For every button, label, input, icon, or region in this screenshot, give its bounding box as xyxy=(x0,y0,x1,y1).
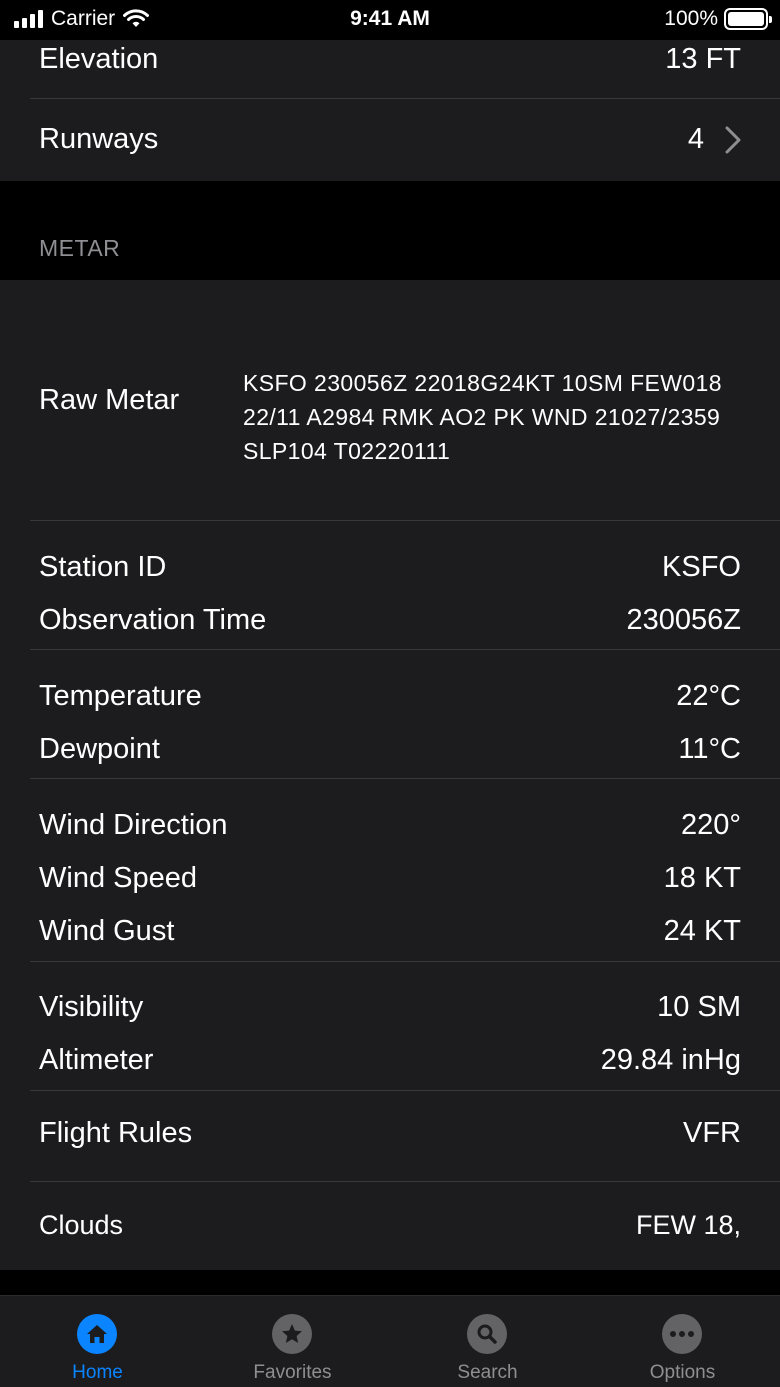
flight-rules-value: VFR xyxy=(683,1117,741,1149)
wind-speed-value: 18 KT xyxy=(663,862,741,894)
runways-label: Runways xyxy=(39,123,159,155)
clouds-row: Clouds FEW 18, xyxy=(0,1182,780,1270)
wind-speed-row: Wind Speed 18 KT xyxy=(0,859,780,899)
altimeter-label: Altimeter xyxy=(39,1044,154,1076)
tab-favorites-label: Favorites xyxy=(253,1362,332,1383)
wind-gust-value: 24 KT xyxy=(663,915,741,947)
separator xyxy=(30,778,780,779)
status-bar: Carrier 9:41 AM 100% xyxy=(0,0,780,40)
visibility-label: Visibility xyxy=(39,991,144,1023)
search-icon xyxy=(467,1314,507,1354)
wind-gust-row: Wind Gust 24 KT xyxy=(0,912,780,952)
temperature-value: 22°C xyxy=(676,680,741,712)
status-right: 100% xyxy=(664,7,772,31)
visibility-row: Visibility 10 SM xyxy=(0,988,780,1028)
wind-direction-value: 220° xyxy=(681,809,741,841)
observation-time-label: Observation Time xyxy=(39,604,267,636)
observation-time-row: Observation Time 230056Z xyxy=(0,601,780,641)
tab-options[interactable]: Options xyxy=(585,1296,780,1387)
battery-percent: 100% xyxy=(664,7,718,30)
tab-bar: Home Favorites Search Options xyxy=(0,1295,780,1387)
airport-info-group: Elevation 13 FT Runways 4 xyxy=(0,40,780,181)
separator xyxy=(30,649,780,650)
more-icon xyxy=(662,1314,702,1354)
clouds-label: Clouds xyxy=(39,1210,124,1240)
clouds-value: FEW 18, xyxy=(635,1210,741,1240)
status-time: 9:41 AM xyxy=(350,7,430,30)
elevation-row: Elevation 13 FT xyxy=(0,40,780,98)
star-icon xyxy=(272,1314,312,1354)
altimeter-value: 29.84 inHg xyxy=(600,1044,741,1076)
dewpoint-label: Dewpoint xyxy=(39,733,160,765)
visibility-value: 10 SM xyxy=(657,991,741,1023)
separator xyxy=(30,961,780,962)
runways-value: 4 xyxy=(687,123,704,155)
elevation-value: 13 FT xyxy=(665,43,741,75)
station-id-label: Station ID xyxy=(39,551,167,583)
tab-home-label: Home xyxy=(72,1362,123,1383)
flight-rules-label: Flight Rules xyxy=(39,1117,193,1149)
temperature-row: Temperature 22°C xyxy=(0,677,780,717)
raw-metar-label: Raw Metar xyxy=(39,384,180,416)
wind-direction-row: Wind Direction 220° xyxy=(0,806,780,846)
dewpoint-value: 11°C xyxy=(678,733,741,765)
runways-row[interactable]: Runways 4 xyxy=(0,99,780,181)
wind-direction-label: Wind Direction xyxy=(39,809,228,841)
station-row: Station ID KSFO xyxy=(0,548,780,588)
battery-icon xyxy=(724,8,772,30)
temperature-label: Temperature xyxy=(39,680,202,712)
tab-home[interactable]: Home xyxy=(0,1296,195,1387)
observation-time-value: 230056Z xyxy=(626,604,742,636)
metar-section-header: METAR xyxy=(39,235,121,261)
tab-search[interactable]: Search xyxy=(390,1296,585,1387)
altimeter-row: Altimeter 29.84 inHg xyxy=(0,1041,780,1081)
dewpoint-row: Dewpoint 11°C xyxy=(0,730,780,770)
raw-metar-value: KSFO 230056Z 22018G24KT 10SM FEW018 22/1… xyxy=(243,370,722,464)
station-id-value: KSFO xyxy=(662,551,741,583)
home-icon xyxy=(77,1314,117,1354)
tab-search-label: Search xyxy=(457,1362,518,1383)
wind-speed-label: Wind Speed xyxy=(39,862,197,894)
chevron-right-icon[interactable] xyxy=(724,126,742,154)
wind-gust-label: Wind Gust xyxy=(39,915,175,947)
flight-rules-row: Flight Rules VFR xyxy=(0,1091,780,1181)
elevation-label: Elevation xyxy=(39,43,159,75)
tab-favorites[interactable]: Favorites xyxy=(195,1296,390,1387)
separator xyxy=(30,520,780,521)
tab-options-label: Options xyxy=(649,1362,716,1383)
